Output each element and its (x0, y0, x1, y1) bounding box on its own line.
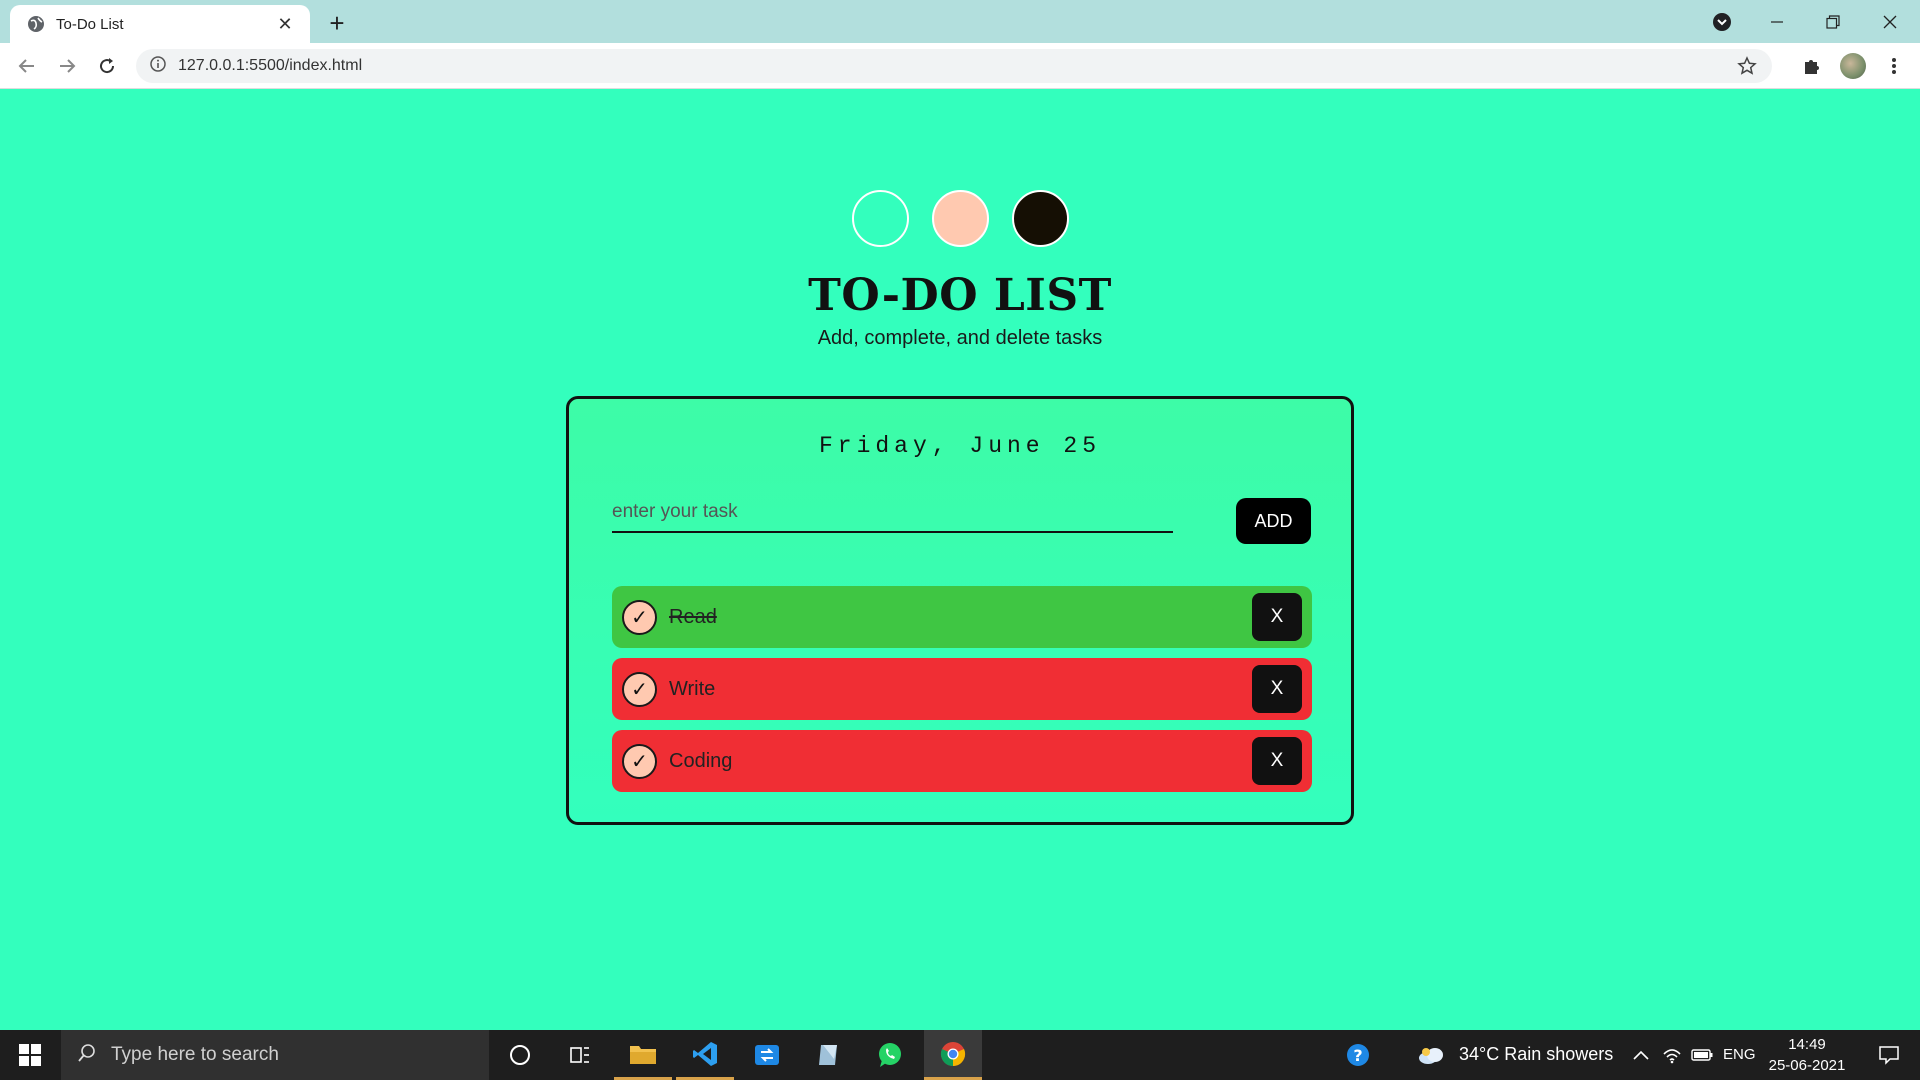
task-item: ✓ Write X (612, 658, 1312, 720)
add-task-button[interactable]: ADD (1236, 498, 1311, 544)
info-icon[interactable] (150, 55, 166, 77)
task-label: Coding (669, 749, 733, 772)
whatsapp-icon[interactable] (861, 1030, 919, 1080)
close-window-icon[interactable] (1862, 0, 1918, 43)
clock-date: 25-06-2021 (1768, 1057, 1846, 1074)
remote-app-icon[interactable] (738, 1030, 796, 1080)
clock-time: 14:49 (1788, 1036, 1826, 1053)
taskbar-search-placeholder: Type here to search (111, 1044, 279, 1065)
language-indicator[interactable]: ENG (1723, 1046, 1756, 1063)
delete-task-button[interactable]: X (1252, 593, 1302, 641)
svg-text:?: ? (1353, 1046, 1362, 1065)
windows-start-icon[interactable] (0, 1030, 60, 1080)
windows-taskbar: Type here to search ? 34°C Rain showers … (0, 1030, 1920, 1080)
battery-icon[interactable] (1687, 1030, 1717, 1080)
wifi-icon[interactable] (1657, 1030, 1687, 1080)
notes-app-icon[interactable] (799, 1030, 857, 1080)
todo-card: Friday, June 25 ADD ✓ Read X ✓ Write X ✓… (566, 396, 1354, 825)
profile-avatar[interactable] (1838, 51, 1868, 81)
checkmark-icon[interactable]: ✓ (622, 743, 657, 779)
task-view-icon[interactable] (551, 1030, 609, 1080)
globe-icon (26, 14, 46, 34)
weather-text[interactable]: 34°C Rain showers (1459, 1044, 1613, 1065)
tab-title: To-Do List (56, 15, 124, 33)
help-icon[interactable]: ? (1329, 1030, 1387, 1080)
theme-selector (0, 190, 1920, 247)
task-list: ✓ Read X ✓ Write X ✓ Coding X (612, 586, 1312, 802)
page-subtitle: Add, complete, and delete tasks (817, 327, 1103, 349)
delete-task-button[interactable]: X (1252, 665, 1302, 713)
extensions-puzzle-icon[interactable] (1797, 51, 1827, 81)
theme-mint-button[interactable] (851, 190, 909, 247)
theme-dark-button[interactable] (1011, 190, 1069, 247)
checkmark-icon[interactable]: ✓ (622, 671, 657, 707)
theme-peach-button[interactable] (931, 190, 989, 247)
bookmark-star-icon[interactable] (1736, 55, 1758, 77)
url-text: 127.0.0.1:5500/index.html (178, 57, 363, 74)
restore-icon[interactable] (1805, 0, 1861, 43)
page-title: TO-DO LIST (808, 270, 1112, 321)
notifications-icon[interactable] (1860, 1030, 1918, 1080)
task-item: ✓ Coding X (612, 730, 1312, 792)
browser-tab-bar: To-Do List ✕ + (0, 0, 1920, 43)
task-input[interactable] (612, 493, 1173, 533)
file-explorer-icon[interactable] (614, 1030, 672, 1080)
delete-task-button[interactable]: X (1252, 737, 1302, 785)
address-bar[interactable]: 127.0.0.1:5500/index.html (136, 49, 1772, 83)
menu-kebab-icon[interactable] (1879, 51, 1909, 81)
reload-icon[interactable] (92, 51, 122, 81)
task-label: Read (669, 605, 717, 628)
new-tab-button[interactable]: + (322, 8, 352, 38)
task-label: Write (669, 677, 716, 700)
chrome-icon[interactable] (924, 1030, 982, 1080)
taskbar-search-box[interactable]: Type here to search (61, 1030, 489, 1080)
browser-tab[interactable]: To-Do List ✕ (10, 5, 310, 43)
forward-arrow-icon[interactable] (52, 51, 82, 81)
vscode-icon[interactable] (676, 1030, 734, 1080)
search-icon (77, 1043, 97, 1068)
date-heading: Friday, June 25 (818, 433, 1102, 459)
cortana-icon[interactable] (491, 1030, 549, 1080)
close-tab-icon[interactable]: ✕ (274, 13, 296, 35)
weather-cloud-icon[interactable] (1408, 1030, 1454, 1080)
back-arrow-icon[interactable] (12, 51, 42, 81)
tray-chevron-up-icon[interactable] (1626, 1030, 1656, 1080)
checkmark-icon[interactable]: ✓ (622, 599, 657, 635)
task-item: ✓ Read X (612, 586, 1312, 648)
minimize-icon[interactable] (1749, 0, 1805, 43)
taskbar-clock[interactable]: 14:49 25-06-2021 (1762, 1034, 1852, 1076)
tab-search-icon[interactable] (1710, 10, 1734, 34)
browser-toolbar: 127.0.0.1:5500/index.html (0, 43, 1920, 89)
